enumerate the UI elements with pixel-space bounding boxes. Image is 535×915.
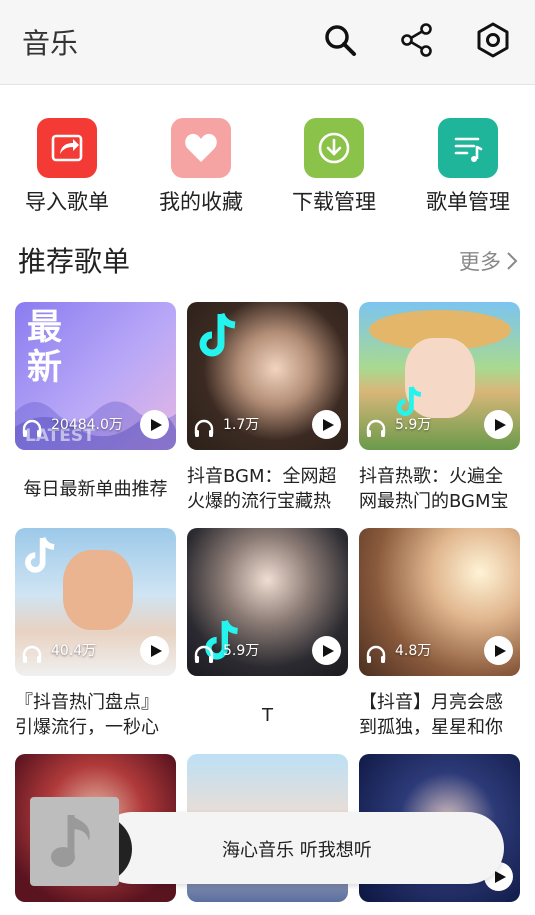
playlist-icon — [438, 118, 498, 178]
download-manager-button[interactable]: 下载管理 — [274, 118, 394, 216]
tiktok-logo — [199, 312, 236, 357]
more-label: 更多 — [459, 250, 501, 274]
import-playlist-label: 导入歌单 — [25, 190, 109, 214]
headphones-icon — [22, 419, 42, 437]
headphones-icon — [194, 645, 214, 663]
play-count: 4.8万 — [395, 643, 432, 659]
playlist-manager-label: 歌单管理 — [426, 190, 510, 214]
playlist-cover: 40.4万 — [15, 528, 176, 676]
playlist-card[interactable]: 40.4万 『抖音热门盘点』引爆流行，一秒心 — [15, 528, 176, 740]
tiktok-logo — [25, 537, 55, 573]
section-title: 推荐歌单 — [18, 245, 131, 278]
download-icon — [304, 118, 364, 178]
play-button[interactable] — [140, 636, 169, 665]
download-manager-label: 下载管理 — [292, 190, 376, 214]
play-button[interactable] — [140, 410, 169, 439]
settings-icon[interactable] — [475, 22, 511, 58]
playlist-cover: 最 新 LATEST 20484.0万 — [15, 302, 176, 450]
top-app-bar: 音乐 — [0, 0, 535, 85]
chevron-right-icon — [507, 252, 518, 270]
play-button[interactable] — [484, 636, 513, 665]
headphones-icon — [22, 645, 42, 663]
playlist-card[interactable]: 1.7万 抖音BGM：全网超火爆的流行宝藏热 — [187, 302, 348, 514]
heart-icon — [171, 118, 231, 178]
playlist-cover: 5.9万 — [187, 528, 348, 676]
playlist-cover: 1.7万 — [187, 302, 348, 450]
play-button[interactable] — [484, 410, 513, 439]
playlist-card[interactable]: 4.8万 【抖音】月亮会感到孤独，星星和你 — [359, 528, 520, 740]
play-icon — [150, 644, 162, 657]
playlist-card[interactable]: 5.9万 T — [187, 528, 348, 740]
import-icon — [37, 118, 97, 178]
play-count: 5.9万 — [223, 643, 260, 659]
playlist-cover: 4.8万 — [359, 528, 520, 676]
playlist-caption: 【抖音】月亮会感到孤独，星星和你 — [359, 692, 503, 738]
play-count: 5.9万 — [395, 417, 432, 433]
play-count: 20484.0万 — [51, 417, 123, 433]
play-icon — [494, 644, 506, 657]
mini-player[interactable]: 海心音乐 听我想听 — [96, 812, 504, 884]
favorites-label: 我的收藏 — [159, 190, 243, 214]
playlist-caption: T — [262, 704, 273, 726]
play-count: 1.7万 — [223, 417, 260, 433]
play-button[interactable] — [312, 636, 341, 665]
share-icon[interactable] — [399, 22, 435, 58]
search-icon[interactable] — [322, 22, 358, 58]
playlist-card[interactable]: 5.9万 抖音热歌：火遍全网最热门的BGM宝 — [359, 302, 520, 514]
playlist-caption: 每日最新单曲推荐 — [23, 478, 168, 500]
playlist-cover: 5.9万 — [359, 302, 520, 450]
cover-title: 最 新 — [27, 308, 63, 388]
playlist-manager-button[interactable]: 歌单管理 — [408, 118, 528, 216]
favorites-button[interactable]: 我的收藏 — [141, 118, 261, 216]
more-button[interactable]: 更多 — [459, 246, 519, 276]
page-title: 音乐 — [22, 27, 79, 60]
play-icon — [322, 644, 334, 657]
play-icon — [494, 418, 506, 431]
play-icon — [322, 418, 334, 431]
album-art[interactable] — [30, 797, 119, 886]
quick-actions: 导入歌单 我的收藏 下载管理 歌单管理 — [0, 118, 535, 218]
play-count: 40.4万 — [51, 643, 97, 659]
playlist-caption: 『抖音热门盘点』引爆流行，一秒心 — [15, 692, 159, 738]
headphones-icon — [366, 419, 386, 437]
playlist-card[interactable]: 最 新 LATEST 20484.0万 每日最新单曲推荐 — [15, 302, 176, 514]
play-icon — [150, 418, 162, 431]
player-text: 海心音乐 听我想听 — [222, 840, 372, 861]
headphones-icon — [194, 419, 214, 437]
headphones-icon — [366, 645, 386, 663]
play-button[interactable] — [312, 410, 341, 439]
music-note-icon — [50, 814, 90, 867]
import-playlist-button[interactable]: 导入歌单 — [7, 118, 127, 216]
playlist-caption: 抖音热歌：火遍全网最热门的BGM宝 — [359, 466, 509, 512]
playlist-caption: 抖音BGM：全网超火爆的流行宝藏热 — [187, 466, 337, 512]
